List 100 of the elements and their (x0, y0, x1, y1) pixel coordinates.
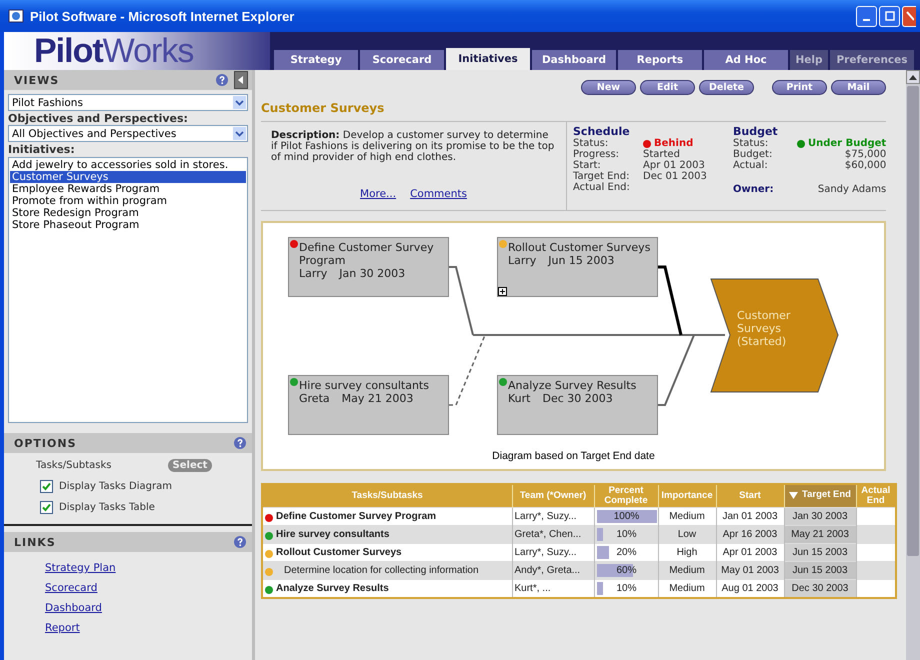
percent-text: 100% (612, 510, 640, 523)
table-cell: Aug 01 2003 (716, 580, 784, 598)
action-button[interactable]: New (581, 80, 636, 95)
table-cell: May 01 2003 (716, 562, 784, 580)
task-name[interactable]: Determine location for collecting information (276, 565, 479, 576)
node-title: Rollout Customer Surveys (508, 241, 651, 254)
table-cell: Apr 16 2003 (716, 526, 784, 544)
diagram-caption: Diagram based on Target End date (492, 450, 655, 462)
field-value: Dec 01 2003 (643, 171, 708, 182)
table-cell: Dec 30 2003 (784, 580, 856, 598)
action-button[interactable]: Delete (699, 80, 754, 95)
field-label: Progress: (573, 149, 620, 160)
node-title: Analyze Survey Results (508, 379, 638, 392)
list-item[interactable]: Add jewelry to accessories sold in stores. (10, 159, 246, 171)
field-label: Budget: (733, 149, 774, 160)
view-select[interactable]: Pilot Fashions (8, 94, 248, 111)
task-name[interactable]: Analyze Survey Results (276, 583, 389, 594)
task-name[interactable]: Define Customer Survey Program (276, 511, 436, 522)
close-button[interactable] (902, 6, 916, 26)
table-cell: Low (658, 526, 716, 544)
node-title: Define Customer Survey Program (299, 241, 435, 267)
field-label: Start: (573, 160, 602, 171)
list-item[interactable]: Customer Surveys (10, 171, 246, 183)
sidebar-link[interactable]: Report (45, 622, 252, 634)
scroll-up-button[interactable] (906, 70, 920, 84)
minimize-icon (863, 19, 870, 21)
field-label: Owner: (733, 184, 775, 195)
up-arrow-icon (909, 74, 917, 80)
nav-tab[interactable]: Ad Hoc (704, 50, 788, 70)
table-cell: Jan 01 2003 (716, 508, 784, 526)
table-cell: Jun 15 2003 (784, 562, 856, 580)
initiative-title: Customer Surveys (261, 101, 386, 115)
sidebar-link[interactable]: Dashboard (45, 602, 252, 614)
action-button[interactable]: Mail (831, 80, 886, 95)
table-cell: Andy*, Greta... (512, 562, 594, 580)
text-link[interactable]: Comments (410, 188, 467, 200)
section-title: Budget (733, 125, 779, 138)
objectives-select[interactable]: All Objectives and Perspectives (8, 125, 248, 142)
table-cell: Medium (658, 562, 716, 580)
sort-down-icon (789, 492, 798, 499)
checkbox[interactable] (40, 480, 53, 493)
task-node[interactable]: Hire survey consultants Greta May 21 2003 (288, 375, 449, 435)
maximize-button[interactable] (879, 6, 900, 26)
minimize-button[interactable] (856, 6, 877, 26)
field-label: Status: (733, 138, 770, 149)
task-name[interactable]: Hire survey consultants (276, 529, 390, 540)
list-item[interactable]: Store Phaseout Program (10, 219, 246, 231)
table-cell: Medium (658, 580, 716, 598)
field-value: Apr 01 2003 (643, 160, 706, 171)
help-icon[interactable] (216, 74, 228, 86)
section-title: OPTIONS (14, 436, 78, 450)
percent-text: 60% (615, 564, 638, 577)
nav-tab[interactable]: Preferences (830, 50, 914, 70)
scroll-thumb[interactable] (907, 86, 919, 556)
task-node[interactable]: Rollout Customer Surveys Larry Jun 15 2003 (497, 237, 658, 297)
task-node[interactable]: Analyze Survey Results Kurt Dec 30 2003 (497, 375, 658, 435)
field-label: Status: (573, 138, 610, 149)
nav-tab[interactable]: Scorecard (360, 50, 444, 70)
list-item[interactable]: Store Redesign Program (10, 207, 246, 219)
field-label: Target End: (573, 171, 630, 182)
checkbox-label: Display Tasks Diagram (59, 481, 172, 492)
sidebar-link[interactable]: Scorecard (45, 582, 252, 594)
field-label: Actual: (733, 160, 768, 171)
field-value: Started (643, 149, 681, 160)
percent-text: 10% (615, 528, 638, 541)
table-cell: Jan 30 2003 (784, 508, 856, 526)
help-icon[interactable] (234, 536, 246, 548)
list-item[interactable]: Promote from within program (10, 195, 246, 207)
action-button[interactable]: Print (772, 80, 827, 95)
nav-tab[interactable]: Help (790, 50, 828, 70)
table-cell: Greta*, Chen... (512, 526, 594, 544)
expand-icon[interactable] (498, 287, 507, 296)
node-owner: Larry (508, 254, 536, 267)
initiatives-list[interactable]: Add jewelry to accessories sold in stores. Customer Surveys Employee Rewards Program Promote from within program Store Redesign Program Store Phaseout Program (8, 157, 248, 423)
scrollbar[interactable] (906, 70, 920, 660)
field-label: Actual End: (573, 182, 631, 193)
field-value: $75,000 (844, 149, 886, 160)
sidebar-link[interactable]: Strategy Plan (45, 562, 252, 574)
collapse-button[interactable] (234, 71, 248, 89)
node-date: Jun 15 2003 (548, 254, 614, 267)
milestone-label: Customer Surveys (Started) (737, 309, 792, 348)
nav-tab[interactable]: Reports (618, 50, 702, 70)
node-owner: Kurt (508, 392, 530, 405)
text-link[interactable]: More... (360, 188, 396, 200)
action-button[interactable]: Edit (640, 80, 695, 95)
table-cell: High (658, 544, 716, 562)
list-item[interactable]: Employee Rewards Program (10, 183, 246, 195)
table-cell: Larry*, Suzy... (512, 508, 594, 526)
task-name[interactable]: Rollout Customer Surveys (276, 547, 402, 558)
help-icon[interactable] (234, 437, 246, 449)
description-text: Description: Develop a customer survey to determine if Pilot Fashions is delivering on its promise to be the top of mind provider of high end clothes. (271, 130, 556, 163)
app-logo: PilotWorks (4, 32, 270, 70)
table-cell: Apr 01 2003 (716, 544, 784, 562)
task-node[interactable]: Define Customer Survey Program Larry Jan 30 2003 (288, 237, 449, 297)
checkbox[interactable] (40, 501, 53, 514)
nav-tab[interactable]: Dashboard (532, 50, 616, 70)
nav-tab[interactable]: Strategy (274, 50, 358, 70)
window-title: Pilot Software - Microsoft Internet Explorer (30, 8, 296, 24)
table-cell: May 21 2003 (784, 526, 856, 544)
nav-tab[interactable]: Initiatives (446, 48, 530, 70)
